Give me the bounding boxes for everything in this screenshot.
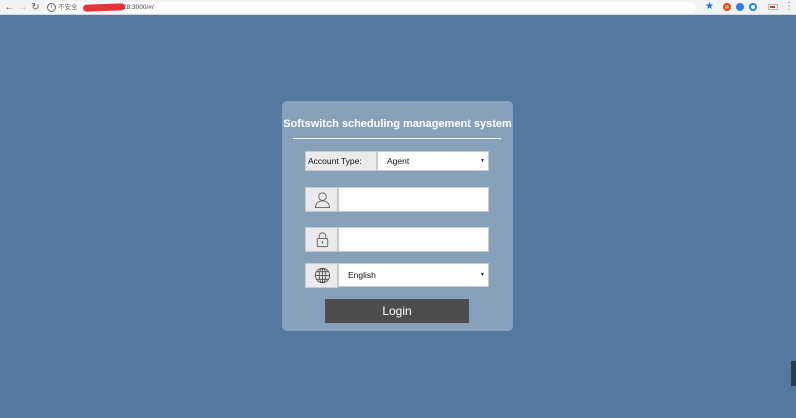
kebab-menu-icon[interactable]: ⋮ xyxy=(784,1,794,13)
globe-icon xyxy=(314,267,331,284)
language-select[interactable]: English ▼ xyxy=(338,263,489,287)
account-type-value: Agent xyxy=(387,156,410,166)
globe-icon-box xyxy=(305,263,338,288)
redacted-host xyxy=(82,3,126,12)
user-icon-box xyxy=(305,187,338,212)
info-icon[interactable]: i xyxy=(47,3,56,12)
username-input[interactable] xyxy=(338,187,489,212)
google-maps-icon[interactable] xyxy=(723,3,731,11)
language-row: English ▼ xyxy=(305,263,489,288)
url-text: 28:3000/#/ xyxy=(123,4,154,11)
chevron-down-icon: ▼ xyxy=(480,272,485,278)
reload-icon[interactable]: ↻ xyxy=(30,2,41,13)
title-divider xyxy=(293,138,501,139)
browser-toolbar: ← → ↻ i 不安全 28:3000/#/ ★ ⋮ xyxy=(0,0,796,15)
star-icon[interactable]: ★ xyxy=(705,1,714,13)
language-value: English xyxy=(348,270,376,280)
flag-icon[interactable] xyxy=(768,4,778,10)
back-arrow-icon[interactable]: ← xyxy=(4,2,15,13)
lock-icon xyxy=(316,232,329,248)
login-button[interactable]: Login xyxy=(325,299,469,323)
blue-circle-icon[interactable] xyxy=(736,3,744,11)
account-type-select[interactable]: Agent ▼ xyxy=(377,151,489,171)
account-type-label: Account Type: xyxy=(305,151,377,171)
user-icon xyxy=(314,192,331,209)
username-row xyxy=(305,187,489,212)
login-card: Softswitch scheduling management system … xyxy=(282,101,513,331)
account-type-row: Account Type: Agent ▼ xyxy=(305,151,489,173)
lock-icon-box xyxy=(305,227,338,252)
chevron-down-icon: ▼ xyxy=(480,158,485,164)
ie-logo-icon[interactable] xyxy=(749,3,757,11)
password-input[interactable] xyxy=(338,227,489,252)
address-bar[interactable]: i 不安全 28:3000/#/ xyxy=(44,2,696,13)
security-label: 不安全 xyxy=(58,4,78,11)
password-row xyxy=(305,227,489,252)
forward-arrow-icon[interactable]: → xyxy=(17,2,28,13)
page-title: Softswitch scheduling management system xyxy=(283,118,512,130)
side-tab[interactable] xyxy=(791,361,796,386)
